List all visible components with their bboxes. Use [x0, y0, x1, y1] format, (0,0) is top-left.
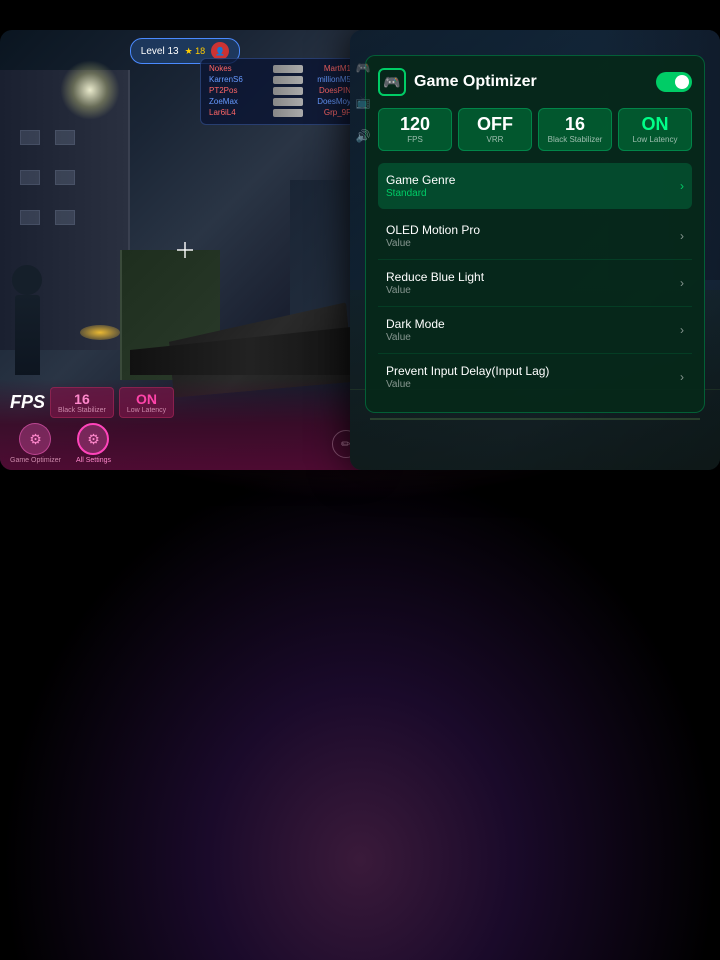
crosshair: [177, 242, 193, 258]
menu-item-reduce-blue-light-title: Reduce Blue Light: [386, 270, 484, 284]
road-line: [370, 418, 700, 420]
stat-fps-label: FPS: [383, 135, 447, 144]
stat-fps-num: 120: [383, 115, 447, 133]
black-stabilizer-label: Black Stabilizer: [58, 407, 106, 414]
game-optimizer-icon-item[interactable]: ⚙ Game Optimizer: [10, 423, 61, 464]
optimizer-title: Game Optimizer: [414, 73, 537, 91]
low-latency-val: ON: [127, 391, 166, 407]
chevron-right-icon: ›: [680, 370, 684, 384]
character-head: [12, 265, 42, 295]
right-screen: 🎮 📺 🔊 🎮 Game Optimizer 120 FPS OFF: [350, 30, 720, 470]
stat-vrr-num: OFF: [463, 115, 527, 133]
window: [20, 170, 40, 185]
menu-item-reduce-blue-light[interactable]: Reduce Blue Light Value ›: [378, 260, 692, 307]
score-row-5: Lar6iL4 Grp_9F: [209, 108, 351, 117]
stat-vrr-label: VRR: [463, 135, 527, 144]
fps-stats: FPS 16 Black Stabilizer ON Low Latency: [10, 387, 360, 418]
stat-low-latency-num: ON: [623, 115, 687, 133]
background-glow: [0, 460, 720, 960]
light-spot: [60, 60, 120, 120]
optimizer-toggle[interactable]: [656, 72, 692, 92]
gun-flash: [80, 325, 120, 340]
window: [20, 210, 40, 225]
menu-item-prevent-input-delay[interactable]: Prevent Input Delay(Input Lag) Value ›: [378, 354, 692, 400]
chevron-right-icon: ›: [680, 179, 684, 193]
window: [55, 170, 75, 185]
stat-low-latency: ON Low Latency: [618, 108, 692, 151]
controller-icon[interactable]: 🎮: [350, 55, 376, 81]
stat-vrr: OFF VRR: [458, 108, 532, 151]
game-optimizer-label: Game Optimizer: [10, 457, 61, 464]
stat-fps: 120 FPS: [378, 108, 452, 151]
fps-label: FPS: [10, 392, 45, 413]
score-row-2: KarrenS6 millionM5: [209, 75, 351, 84]
weapon-icon: [273, 65, 303, 73]
stat-low-latency-label: Low Latency: [623, 135, 687, 144]
bottom-hud: FPS 16 Black Stabilizer ON Low Latency ⚙…: [0, 379, 370, 470]
screens-container: Level 13 ★ 18 👤 Nokes MartM1 KarrenS6 mi…: [0, 30, 720, 470]
low-latency-box: ON Low Latency: [119, 387, 174, 418]
menu-item-prevent-input-delay-value: Value: [386, 379, 549, 390]
gear-icon: ⚙: [19, 423, 51, 455]
score-row-4: ZoeMax DoesMoy: [209, 97, 351, 106]
menu-item-game-genre-value: Standard: [386, 188, 455, 199]
optimizer-icon-area: 🎮 Game Optimizer: [378, 68, 537, 96]
menu-item-oled-motion-title: OLED Motion Pro: [386, 223, 480, 237]
weapon-icon: [273, 87, 303, 95]
menu-item-reduce-blue-light-value: Value: [386, 285, 484, 296]
menu-item-game-genre-title: Game Genre: [386, 173, 455, 187]
window: [55, 210, 75, 225]
left-screen: Level 13 ★ 18 👤 Nokes MartM1 KarrenS6 mi…: [0, 30, 370, 470]
optimizer-stats-row: 120 FPS OFF VRR 16 Black Stabilizer ON L…: [378, 108, 692, 151]
level-text: Level 13: [141, 46, 179, 57]
character-silhouette: [15, 295, 40, 375]
menu-item-prevent-input-delay-title: Prevent Input Delay(Input Lag): [386, 364, 549, 378]
menu-item-oled-motion[interactable]: OLED Motion Pro Value ›: [378, 213, 692, 260]
score-row-1: Nokes MartM1: [209, 64, 351, 73]
menu-item-dark-mode[interactable]: Dark Mode Value ›: [378, 307, 692, 354]
star-icon: ★ 18: [185, 46, 206, 57]
all-settings-icon-item[interactable]: ⚙ All Settings: [76, 423, 111, 464]
menu-item-dark-mode-title: Dark Mode: [386, 317, 445, 331]
chevron-right-icon: ›: [680, 323, 684, 337]
low-latency-label: Low Latency: [127, 407, 166, 414]
menu-item-dark-mode-value: Value: [386, 332, 445, 343]
sound-icon[interactable]: 🔊: [350, 123, 376, 149]
bottom-icons: ⚙ Game Optimizer ⚙ All Settings ✏: [10, 423, 360, 464]
left-panel-icons: 🎮 📺 🔊: [350, 55, 380, 149]
all-settings-label: All Settings: [76, 457, 111, 464]
window: [20, 130, 40, 145]
optimizer-panel: 🎮 Game Optimizer 120 FPS OFF VRR 16 Blac…: [365, 55, 705, 413]
weapon-icon: [273, 109, 303, 117]
weapon-icon: [273, 98, 303, 106]
chevron-right-icon: ›: [680, 276, 684, 290]
black-stabilizer-box: 16 Black Stabilizer: [50, 387, 114, 418]
weapon-icon: [273, 76, 303, 84]
window: [55, 130, 75, 145]
display-icon[interactable]: 📺: [350, 89, 376, 115]
menu-item-game-genre[interactable]: Game Genre Standard ›: [378, 163, 692, 209]
stat-black-stab-label: Black Stabilizer: [543, 135, 607, 144]
score-row-3: PT2Pos DoesPIN: [209, 86, 351, 95]
chevron-right-icon: ›: [680, 229, 684, 243]
optimizer-game-icon: 🎮: [378, 68, 406, 96]
settings-icon: ⚙: [77, 423, 109, 455]
stat-black-stab-num: 16: [543, 115, 607, 133]
stat-black-stab: 16 Black Stabilizer: [538, 108, 612, 151]
black-stabilizer-num: 16: [58, 391, 106, 407]
scoreboard: Nokes MartM1 KarrenS6 millionM5 PT2Pos D…: [200, 58, 360, 125]
menu-item-oled-motion-value: Value: [386, 238, 480, 249]
optimizer-header: 🎮 Game Optimizer: [378, 68, 692, 96]
